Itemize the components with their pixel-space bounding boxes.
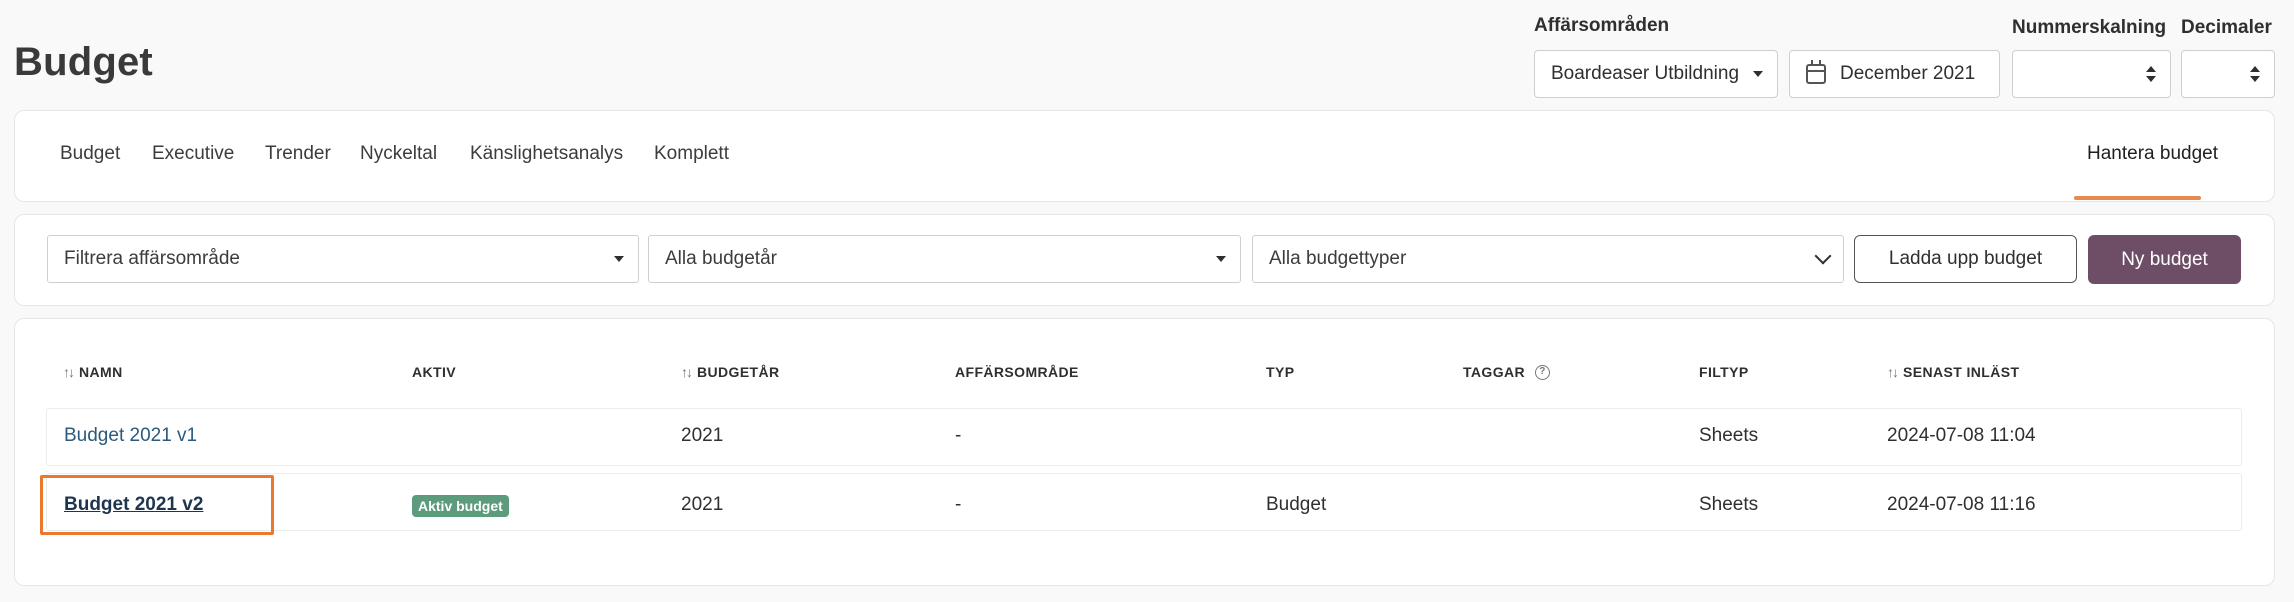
tab-hantera-budget[interactable]: Hantera budget [2087, 143, 2218, 165]
business-area-filter[interactable]: Filtrera affärsområde [47, 235, 639, 283]
tab-budget[interactable]: Budget [60, 143, 120, 165]
number-scaling-select[interactable] [2012, 50, 2171, 98]
column-header-last-loaded-label: SENAST INLÄST [1903, 364, 2020, 380]
column-header-file-type: FILTYP [1699, 364, 1749, 380]
decimals-select[interactable] [2181, 50, 2275, 98]
file-type-cell: Sheets [1699, 425, 1759, 446]
page-title: Budget [14, 40, 153, 84]
last-loaded-cell: 2024-07-08 11:16 [1887, 494, 2036, 515]
select-arrows-icon [2146, 65, 2156, 83]
budget-type-filter-value: Alla budgettyper [1269, 248, 1407, 269]
tab-trender[interactable]: Trender [265, 143, 331, 165]
column-header-tags: TAGGAR ? [1463, 364, 1551, 380]
upload-budget-button[interactable]: Ladda upp budget [1854, 235, 2077, 283]
calendar-icon [1806, 60, 1826, 84]
number-scaling-label: Nummerskalning [2012, 17, 2167, 38]
budget-year-filter-value: Alla budgetår [665, 248, 777, 269]
business-areas-label: Affärsområden [1534, 15, 1670, 36]
column-header-business-area: AFFÄRSOMRÅDE [955, 364, 1079, 380]
business-area-select[interactable]: Boardeaser Utbildning [1534, 50, 1778, 98]
budget-year-cell: 2021 [681, 425, 724, 446]
column-header-active-label: AKTIV [412, 364, 456, 380]
column-header-last-loaded[interactable]: ↑↓ SENAST INLÄST [1887, 364, 2019, 380]
date-picker[interactable]: December 2021 [1789, 50, 2000, 98]
budget-year-filter[interactable]: Alla budgetår [648, 235, 1241, 283]
sort-icon: ↑↓ [681, 364, 693, 380]
decimals-label: Decimaler [2181, 17, 2272, 38]
column-header-file-type-label: FILTYP [1699, 364, 1749, 380]
active-tab-indicator [2074, 196, 2201, 200]
budget-year-cell: 2021 [681, 494, 724, 515]
business-area-filter-placeholder: Filtrera affärsområde [64, 248, 240, 269]
business-area-cell: - [955, 425, 962, 446]
chevron-down-icon [1814, 247, 1832, 265]
column-header-name-label: NAMN [79, 364, 123, 380]
column-header-business-area-label: AFFÄRSOMRÅDE [955, 364, 1079, 380]
column-header-tags-label: TAGGAR [1463, 364, 1526, 380]
new-budget-button[interactable]: Ny budget [2088, 235, 2241, 284]
type-cell: Budget [1266, 494, 1327, 515]
help-icon[interactable]: ? [1535, 364, 1551, 380]
file-type-cell: Sheets [1699, 494, 1759, 515]
business-area-select-value: Boardeaser Utbildning [1551, 63, 1740, 84]
budget-type-filter[interactable]: Alla budgettyper [1252, 235, 1844, 283]
tabs-card [14, 110, 2275, 202]
tab-kanslighetsanalys[interactable]: Känslighetsanalys [470, 143, 623, 165]
chevron-down-icon [614, 256, 624, 262]
last-loaded-cell: 2024-07-08 11:04 [1887, 425, 2036, 446]
highlight-box [40, 475, 274, 535]
select-arrows-icon [2250, 65, 2260, 83]
column-header-budget-year-label: BUDGETÅR [697, 364, 780, 380]
tab-komplett[interactable]: Komplett [654, 143, 729, 165]
column-header-budget-year[interactable]: ↑↓ BUDGETÅR [681, 364, 780, 380]
chevron-down-icon [1753, 71, 1763, 77]
tab-executive[interactable]: Executive [152, 143, 234, 165]
business-area-cell: - [955, 494, 962, 515]
date-picker-value: December 2021 [1840, 63, 1976, 84]
tab-nyckeltal[interactable]: Nyckeltal [360, 143, 437, 165]
active-budget-badge: Aktiv budget [412, 495, 509, 517]
column-header-active: AKTIV [412, 364, 456, 380]
column-header-type: TYP [1266, 364, 1294, 380]
column-header-name[interactable]: ↑↓ NAMN [63, 364, 123, 380]
column-header-type-label: TYP [1266, 364, 1295, 380]
sort-icon: ↑↓ [63, 364, 75, 380]
chevron-down-icon [1216, 256, 1226, 262]
sort-icon: ↑↓ [1887, 364, 1899, 380]
budget-name-link[interactable]: Budget 2021 v1 [64, 425, 197, 447]
